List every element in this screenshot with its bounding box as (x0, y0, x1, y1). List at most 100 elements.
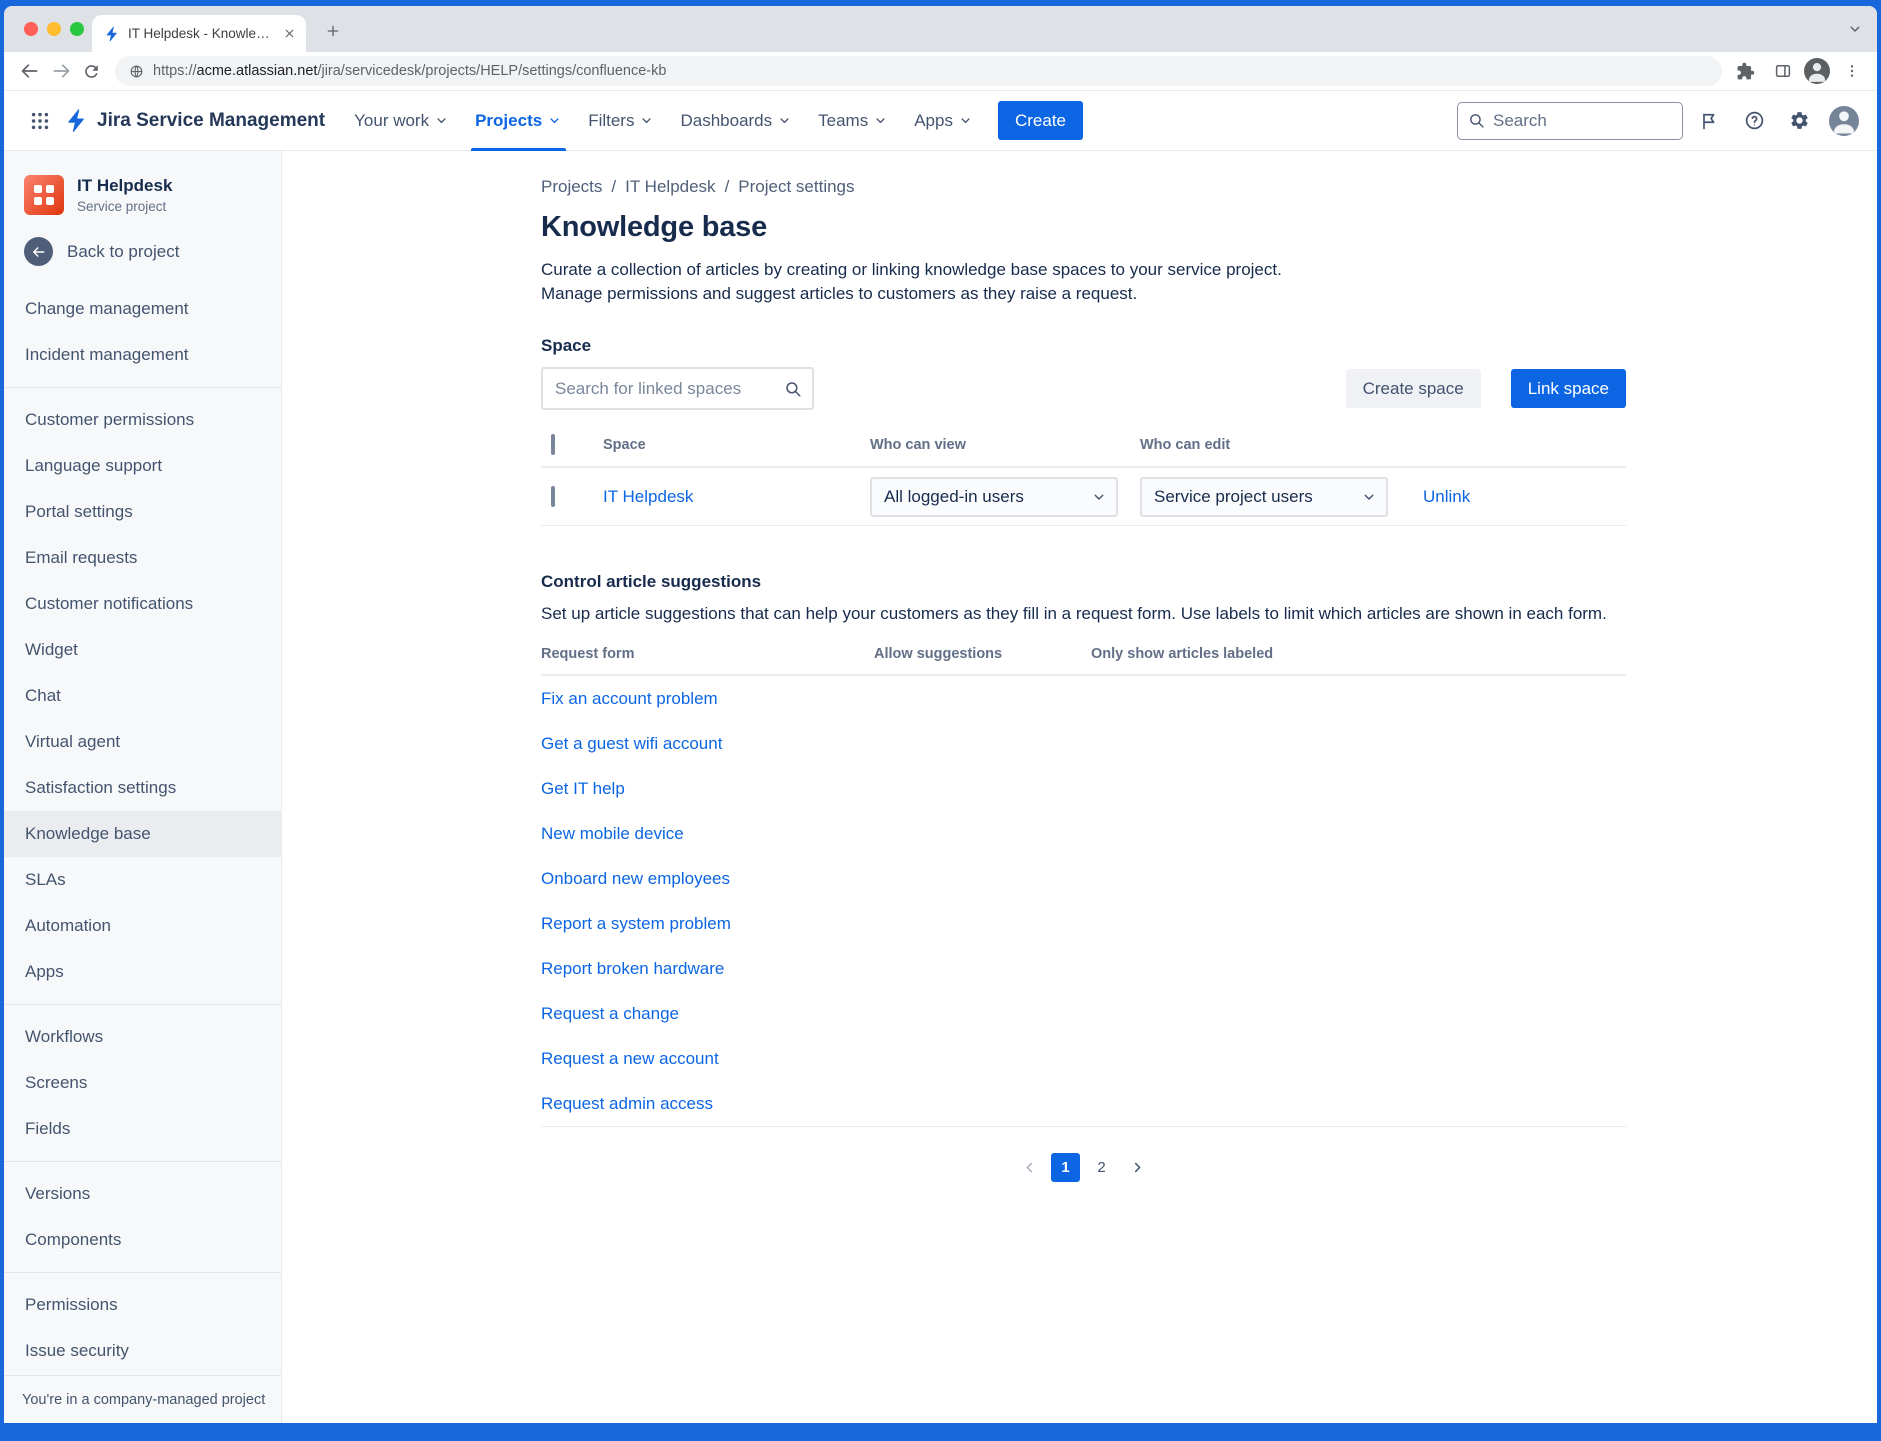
create-space-button[interactable]: Create space (1346, 369, 1481, 408)
maximize-window-button[interactable] (70, 22, 84, 36)
browser-back-button[interactable] (14, 56, 45, 87)
browser-reload-button[interactable] (76, 56, 107, 87)
sidebar-item-customer-permissions[interactable]: Customer permissions (4, 397, 281, 443)
pagination-page-2[interactable]: 2 (1087, 1153, 1116, 1182)
sidebar-item-change-management[interactable]: Change management (4, 286, 281, 332)
space-section-heading: Space (541, 336, 1626, 356)
unlink-button[interactable]: Unlink (1423, 487, 1626, 507)
breadcrumb-project-settings[interactable]: Project settings (738, 177, 854, 197)
user-avatar[interactable] (1829, 106, 1859, 136)
app-grid-icon[interactable] (22, 103, 58, 139)
linked-spaces-table: Space Who can view Who can edit IT Helpd… (541, 436, 1626, 526)
column-header-allow-suggestions: Allow suggestions (874, 646, 1091, 662)
side-panel-icon[interactable] (1767, 56, 1798, 87)
sidebar-item-language-support[interactable]: Language support (4, 443, 281, 489)
gear-icon[interactable] (1780, 102, 1818, 140)
sidebar-item-slas[interactable]: SLAs (4, 857, 281, 903)
desktop-background: IT Helpdesk - Knowledge base (0, 0, 1881, 1441)
request-form-link[interactable]: Request admin access (541, 1094, 874, 1114)
sidebar-item-satisfaction-settings[interactable]: Satisfaction settings (4, 765, 281, 811)
extensions-icon[interactable] (1730, 56, 1761, 87)
breadcrumb-it-helpdesk[interactable]: IT Helpdesk (625, 177, 715, 197)
pagination: 1 2 (541, 1153, 1626, 1182)
request-form-link[interactable]: Report broken hardware (541, 959, 874, 979)
nav-dashboards[interactable]: Dashboards (667, 91, 805, 151)
column-header-who-can-edit: Who can edit (1140, 437, 1423, 453)
sidebar-item-portal-settings[interactable]: Portal settings (4, 489, 281, 535)
check-icon (889, 739, 900, 750)
who-can-view-select[interactable]: All logged-in users (870, 477, 1118, 517)
jira-favicon-icon (104, 26, 120, 42)
check-icon (889, 964, 900, 975)
nav-filters[interactable]: Filters (575, 91, 667, 151)
new-tab-button[interactable] (318, 16, 348, 46)
project-avatar-glyph-icon (34, 185, 54, 205)
who-can-edit-select[interactable]: Service project users (1140, 477, 1388, 517)
search-icon (1468, 112, 1485, 129)
back-to-project-button[interactable]: Back to project (4, 225, 281, 278)
request-form-link[interactable]: Get IT help (541, 779, 874, 799)
sidebar-item-fields[interactable]: Fields (4, 1106, 281, 1152)
sidebar-item-screens[interactable]: Screens (4, 1060, 281, 1106)
pagination-prev-icon[interactable] (1015, 1153, 1044, 1182)
sidebar-item-components[interactable]: Components (4, 1217, 281, 1263)
nav-item-label: Filters (588, 111, 634, 131)
pagination-page-1[interactable]: 1 (1051, 1153, 1080, 1182)
sidebar-item-automation[interactable]: Automation (4, 903, 281, 949)
sidebar-item-chat[interactable]: Chat (4, 673, 281, 719)
nav-your-work[interactable]: Your work (341, 91, 462, 151)
browser-menu-kebab-icon[interactable] (1836, 56, 1867, 87)
request-form-link[interactable]: New mobile device (541, 824, 874, 844)
notifications-icon[interactable] (1690, 102, 1728, 140)
sidebar-item-apps[interactable]: Apps (4, 949, 281, 995)
space-link[interactable]: IT Helpdesk (603, 487, 870, 507)
sidebar-item-virtual-agent[interactable]: Virtual agent (4, 719, 281, 765)
pagination-next-icon[interactable] (1123, 1153, 1152, 1182)
help-icon[interactable] (1735, 102, 1773, 140)
browser-profile-avatar[interactable] (1804, 58, 1830, 84)
sidebar-item-versions[interactable]: Versions (4, 1171, 281, 1217)
global-search-input[interactable] (1493, 111, 1672, 131)
close-window-button[interactable] (24, 22, 38, 36)
browser-forward-button[interactable] (45, 56, 76, 87)
sidebar-item-knowledge-base[interactable]: Knowledge base (4, 811, 281, 857)
sidebar-item-widget[interactable]: Widget (4, 627, 281, 673)
breadcrumb: Projects / IT Helpdesk / Project setting… (541, 177, 1626, 197)
linked-spaces-search[interactable] (541, 367, 814, 410)
sidebar-divider (4, 1004, 281, 1005)
request-form-link[interactable]: Onboard new employees (541, 869, 874, 889)
request-form-link[interactable]: Fix an account problem (541, 689, 874, 709)
request-form-link[interactable]: Get a guest wifi account (541, 734, 874, 754)
sidebar-item-permissions[interactable]: Permissions (4, 1282, 281, 1328)
linked-spaces-search-input[interactable] (555, 379, 784, 399)
request-form-link[interactable]: Request a new account (541, 1049, 874, 1069)
request-form-link[interactable]: Report a system problem (541, 914, 874, 934)
sidebar-item-workflows[interactable]: Workflows (4, 1014, 281, 1060)
sidebar-item-issue-security[interactable]: Issue security (4, 1328, 281, 1374)
jira-logo[interactable]: Jira Service Management (64, 108, 325, 133)
breadcrumb-projects[interactable]: Projects (541, 177, 602, 197)
tab-list-chevron-icon[interactable] (1847, 21, 1863, 37)
browser-tab-strip: IT Helpdesk - Knowledge base (4, 6, 1877, 52)
globe-icon (129, 64, 144, 79)
sidebar-nav: Change management Incident management Cu… (4, 278, 281, 1420)
nav-projects[interactable]: Projects (462, 91, 575, 151)
breadcrumb-separator: / (725, 177, 730, 197)
nav-apps[interactable]: Apps (901, 91, 986, 151)
sidebar-item-customer-notifications[interactable]: Customer notifications (4, 581, 281, 627)
nav-teams[interactable]: Teams (805, 91, 901, 151)
select-all-checkbox[interactable] (551, 434, 555, 455)
chevron-down-icon (958, 113, 973, 128)
create-button[interactable]: Create (998, 101, 1083, 140)
close-tab-icon[interactable] (283, 27, 296, 40)
sidebar-item-incident-management[interactable]: Incident management (4, 332, 281, 378)
link-space-button[interactable]: Link space (1511, 369, 1626, 408)
browser-tab[interactable]: IT Helpdesk - Knowledge base (92, 15, 306, 52)
project-name: IT Helpdesk (77, 176, 172, 196)
address-bar[interactable]: https://acme.atlassian.net/jira/serviced… (115, 56, 1722, 86)
minimize-window-button[interactable] (47, 22, 61, 36)
sidebar-item-email-requests[interactable]: Email requests (4, 535, 281, 581)
row-checkbox[interactable] (551, 486, 555, 507)
request-form-link[interactable]: Request a change (541, 1004, 874, 1024)
global-search[interactable] (1457, 102, 1683, 140)
